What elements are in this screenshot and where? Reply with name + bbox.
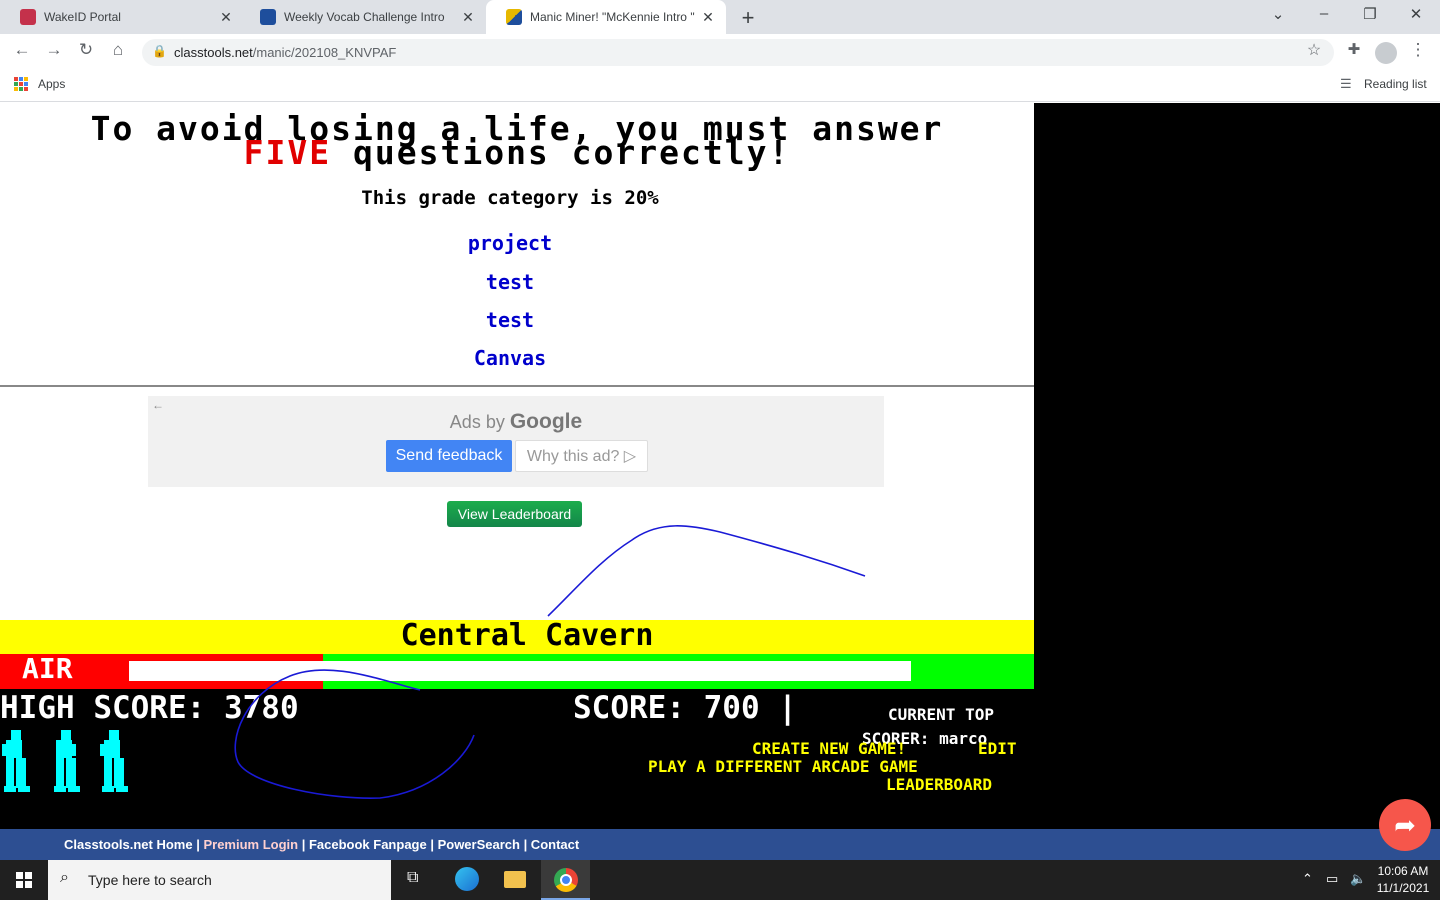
tab-wakeid[interactable]: WakeID Portal ✕: [0, 0, 244, 34]
play-different-game-link[interactable]: PLAY A DIFFERENT ARCADE GAME: [648, 757, 918, 776]
url-host: classtools.net: [174, 45, 253, 60]
create-new-game-link[interactable]: CREATE NEW GAME!: [752, 739, 906, 758]
reload-icon[interactable]: ↻: [74, 40, 98, 60]
answer-option-project[interactable]: project: [0, 231, 1020, 255]
footer-home-link[interactable]: Classtools.net Home |: [64, 837, 200, 852]
maximize-icon[interactable]: ❐: [1358, 5, 1382, 23]
close-icon[interactable]: ✕: [460, 9, 476, 26]
answer-option-canvas[interactable]: Canvas: [0, 346, 1020, 370]
extensions-icon[interactable]: ✚: [1342, 40, 1366, 58]
footer-links: Classtools.net Home | Premium Login | Fa…: [64, 837, 579, 852]
life-warning: To avoid losing a life, you must answer …: [0, 112, 1034, 169]
vocab-favicon-icon: [260, 9, 276, 25]
clock-time[interactable]: 10:06 AM: [1366, 864, 1440, 878]
profile-avatar[interactable]: [1375, 42, 1397, 64]
tab-manic-miner[interactable]: Manic Miner! "McKennie Intro " ✕: [486, 0, 726, 34]
air-label: AIR: [22, 652, 73, 685]
footer-premium-login-link[interactable]: Premium Login: [203, 837, 298, 852]
reading-list-button[interactable]: Reading list: [1364, 77, 1427, 91]
home-icon[interactable]: ⌂: [106, 40, 130, 60]
url-text[interactable]: classtools.net/manic/202108_KNVPAF: [174, 45, 396, 60]
menu-icon[interactable]: ⋮: [1406, 40, 1430, 60]
tab-title: Manic Miner! "McKennie Intro ": [530, 10, 695, 24]
network-icon[interactable]: ▭: [1326, 871, 1338, 887]
ads-by-label: Ads by: [449, 412, 505, 432]
file-explorer-icon[interactable]: [504, 871, 526, 888]
divider: [0, 385, 1034, 387]
miner-life-icon: [2, 730, 30, 792]
new-tab-icon[interactable]: +: [738, 5, 758, 31]
current-top-label: CURRENT TOP: [888, 705, 994, 724]
reading-list-icon[interactable]: ☰: [1340, 76, 1352, 92]
footer-other-links[interactable]: | Facebook Fanpage | PowerSearch | Conta…: [302, 837, 579, 852]
forward-icon[interactable]: →: [42, 40, 66, 60]
tray-chevron-icon[interactable]: ⌃: [1302, 871, 1313, 887]
warning-five: FIVE: [243, 133, 332, 172]
chrome-icon-center: [560, 874, 572, 886]
leaderboard-link[interactable]: LEADERBOARD: [886, 775, 992, 794]
tab-search-icon[interactable]: ⌄: [1266, 5, 1290, 23]
clock-date[interactable]: 11/1/2021: [1366, 881, 1440, 895]
miner-life-icon: [100, 730, 128, 792]
wakeid-favicon-icon: [20, 9, 36, 25]
tab-title: Weekly Vocab Challenge Intro: [284, 10, 445, 24]
view-leaderboard-button[interactable]: View Leaderboard: [447, 501, 582, 527]
edge-icon[interactable]: [455, 867, 479, 891]
level-name: Central Cavern: [400, 618, 654, 653]
minimize-icon[interactable]: –: [1312, 5, 1336, 22]
task-view-icon[interactable]: ⧉: [407, 869, 418, 887]
tab-vocab[interactable]: Weekly Vocab Challenge Intro ✕: [240, 0, 486, 34]
close-icon[interactable]: ✕: [218, 9, 234, 26]
manic-favicon-icon: [506, 9, 522, 25]
share-icon[interactable]: ➦: [1379, 799, 1431, 851]
air-meter: [129, 661, 911, 681]
back-icon[interactable]: ←: [10, 40, 34, 60]
volume-muted-icon[interactable]: 🔈: [1350, 871, 1366, 887]
ads-by-google: Ads by Google: [148, 410, 884, 434]
apps-bookmark[interactable]: Apps: [38, 77, 65, 91]
grade-category-text: This grade category is 20%: [361, 187, 659, 209]
why-this-ad-button[interactable]: Why this ad? ▷: [515, 440, 648, 472]
edit-link[interactable]: EDIT: [978, 739, 1017, 758]
page-right-panel: [1034, 103, 1440, 829]
windows-start-icon[interactable]: [16, 872, 32, 888]
send-feedback-button[interactable]: Send feedback: [386, 440, 512, 472]
bookmark-star-icon[interactable]: ☆: [1302, 40, 1326, 60]
bookmarks-bar: [0, 70, 1440, 102]
answer-option-test-2[interactable]: test: [0, 308, 1020, 332]
taskbar-search-placeholder[interactable]: Type here to search: [88, 872, 212, 888]
url-path: /manic/202108_KNVPAF: [252, 45, 397, 60]
miner-life-icon: [54, 730, 80, 792]
window-close-icon[interactable]: ✕: [1404, 5, 1428, 23]
apps-grid-icon[interactable]: [14, 77, 28, 91]
warning-line2: questions correctly!: [331, 133, 791, 172]
answer-option-test[interactable]: test: [0, 270, 1020, 294]
lives-display: [2, 730, 128, 792]
close-icon[interactable]: ✕: [700, 9, 716, 26]
current-score: SCORE: 700 |: [573, 690, 797, 726]
search-icon: ⌕: [60, 869, 69, 886]
high-score: HIGH SCORE: 3780: [0, 690, 299, 726]
google-logo: Google: [509, 410, 583, 433]
tab-title: WakeID Portal: [44, 10, 121, 24]
lock-icon[interactable]: 🔒: [152, 44, 167, 58]
